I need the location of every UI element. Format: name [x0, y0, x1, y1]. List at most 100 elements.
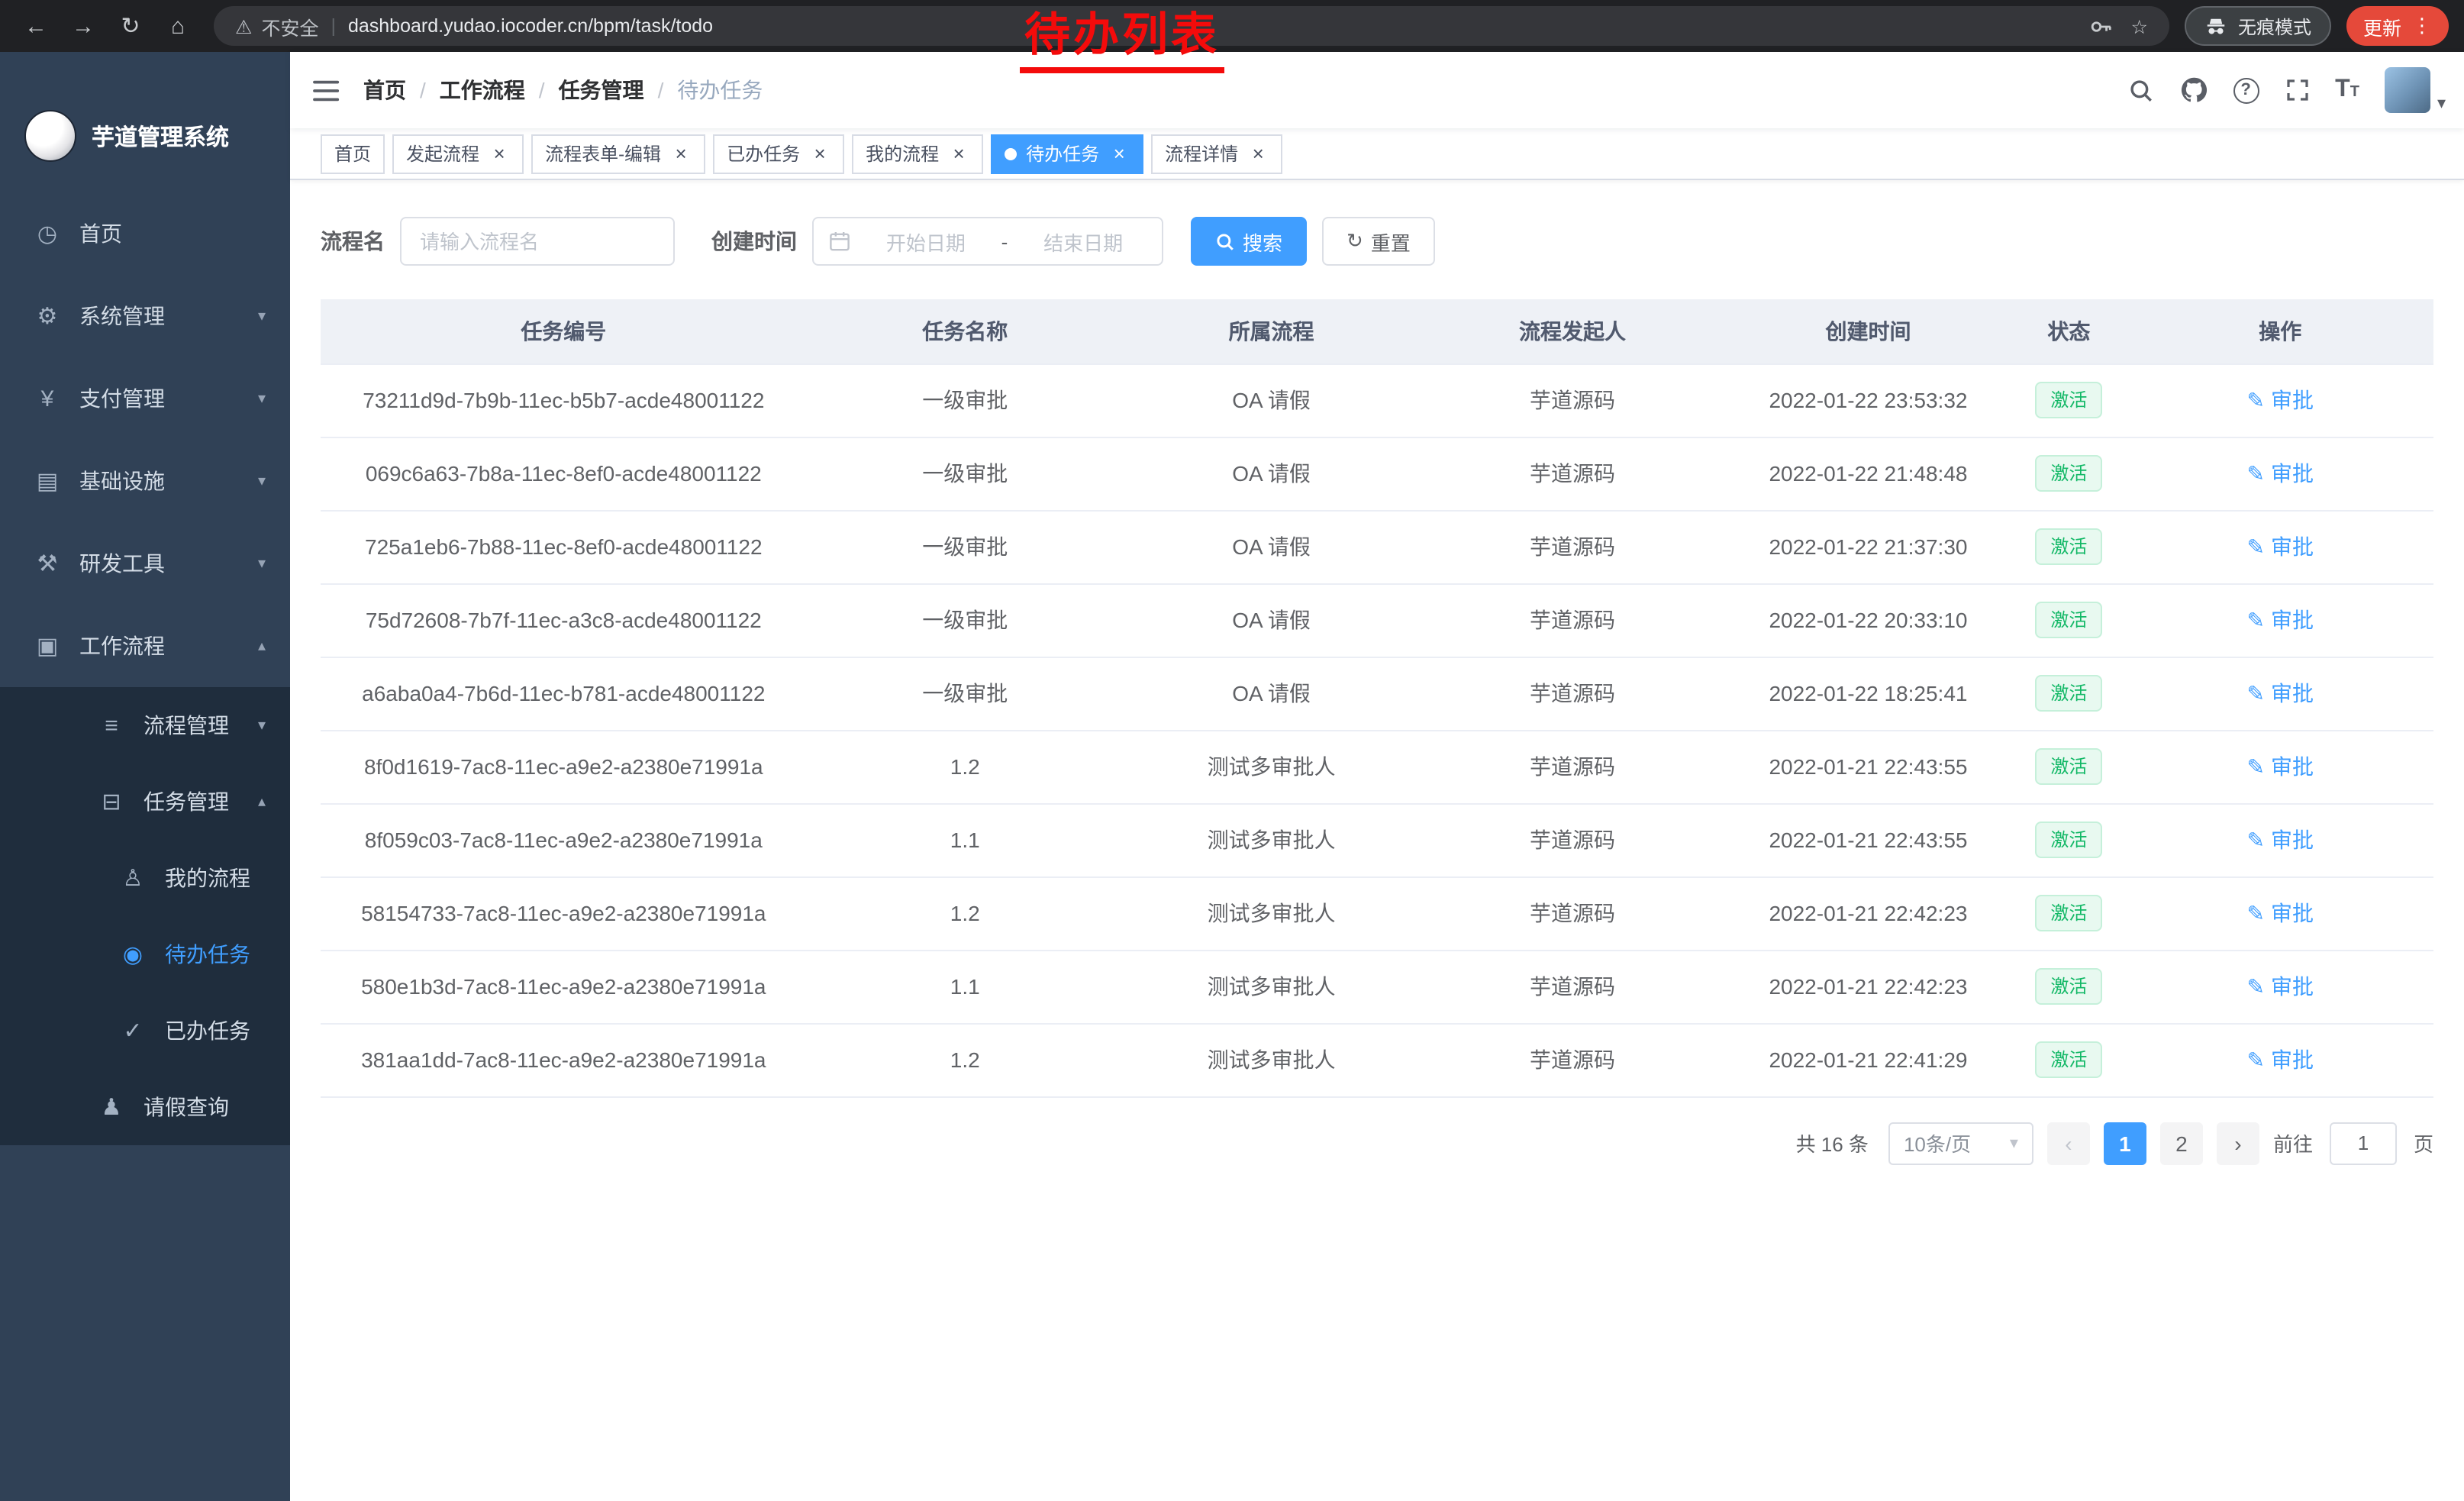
sidebar-item-home[interactable]: ◷ 首页: [0, 192, 290, 275]
tab-form-edit[interactable]: 流程表单-编辑 ×: [531, 134, 705, 173]
github-icon[interactable]: [2179, 76, 2207, 104]
sidebar-item-payment-management[interactable]: ¥ 支付管理 ▾: [0, 357, 290, 440]
process-name-input[interactable]: [400, 217, 675, 266]
avatar[interactable]: [2385, 67, 2431, 113]
close-icon[interactable]: ×: [948, 143, 969, 164]
approve-button[interactable]: ✎审批: [2247, 971, 2314, 1002]
close-icon[interactable]: ×: [489, 143, 510, 164]
search-icon[interactable]: [2127, 77, 2153, 103]
cell-actions: ✎审批: [2127, 950, 2433, 1023]
approve-button[interactable]: ✎审批: [2247, 678, 2314, 709]
tab-todo-tasks[interactable]: 待办任务 ×: [991, 134, 1143, 173]
table-row: 75d72608-7b7f-11ec-a3c8-acde48001122 一级审…: [321, 583, 2433, 657]
browser-update-button[interactable]: 更新 ⋮: [2346, 6, 2449, 46]
cell-task-name: 1.2: [807, 1023, 1124, 1096]
password-key-icon[interactable]: [2090, 15, 2113, 37]
next-page-button[interactable]: ›: [2217, 1122, 2259, 1164]
breadcrumb-task-management[interactable]: 任务管理: [559, 75, 644, 105]
forward-icon[interactable]: →: [63, 5, 104, 47]
cell-starter: 芋道源码: [1419, 437, 1725, 510]
browser-menu-icon[interactable]: ⋮: [2412, 14, 2432, 38]
monitor-icon: ▤: [34, 467, 61, 495]
approve-button[interactable]: ✎审批: [2247, 751, 2314, 782]
goto-label: 前往: [2273, 1128, 2313, 1157]
not-secure-badge[interactable]: ⚠ 不安全: [235, 11, 318, 40]
sidebar-item-my-process[interactable]: ♙ 我的流程: [0, 840, 290, 916]
reset-button[interactable]: ↻ 重置: [1322, 217, 1435, 266]
font-size-icon[interactable]: TT: [2335, 76, 2359, 104]
reload-icon[interactable]: ↻: [110, 5, 151, 47]
approve-button[interactable]: ✎审批: [2247, 825, 2314, 855]
tab-label: 待办任务: [1026, 140, 1099, 166]
sidebar-item-label: 我的流程: [165, 863, 250, 893]
breadcrumb-workflow[interactable]: 工作流程: [440, 75, 525, 105]
approve-button[interactable]: ✎审批: [2247, 385, 2314, 415]
fullscreen-icon[interactable]: [2285, 78, 2309, 102]
sidebar-item-process-management[interactable]: ≡ 流程管理 ▾: [0, 687, 290, 763]
approve-button[interactable]: ✎审批: [2247, 1044, 2314, 1075]
cell-starter: 芋道源码: [1419, 583, 1725, 657]
tab-home[interactable]: 首页: [321, 134, 385, 173]
sidebar-item-todo-tasks[interactable]: ◉ 待办任务: [0, 916, 290, 993]
approve-button[interactable]: ✎审批: [2247, 605, 2314, 635]
cell-task-id: a6aba0a4-7b6d-11ec-b781-acde48001122: [321, 657, 807, 730]
url-text: dashboard.yudao.iocoder.cn/bpm/task/todo: [348, 15, 713, 37]
tab-label: 发起流程: [406, 140, 479, 166]
breadcrumb-current: 待办任务: [677, 75, 763, 105]
search-button-label: 搜索: [1243, 227, 1282, 256]
sidebar-fold-icon[interactable]: [313, 77, 342, 103]
status-badge: 激活: [2035, 968, 2102, 1005]
prev-page-button[interactable]: ‹: [2047, 1122, 2090, 1164]
chevron-down-icon: ▾: [258, 555, 266, 572]
start-date-field[interactable]: 开始日期: [863, 227, 989, 256]
sidebar-item-system-management[interactable]: ⚙ 系统管理 ▾: [0, 275, 290, 357]
tab-done-tasks[interactable]: 已办任务 ×: [713, 134, 844, 173]
sidebar-item-infrastructure[interactable]: ▤ 基础设施 ▾: [0, 440, 290, 522]
status-badge: 激活: [2035, 822, 2102, 858]
tab-start-process[interactable]: 发起流程 ×: [392, 134, 524, 173]
table-row: 069c6a63-7b8a-11ec-8ef0-acde48001122 一级审…: [321, 437, 2433, 510]
page-size-select[interactable]: 10条/页 ▾: [1888, 1122, 2033, 1164]
not-secure-label: 不安全: [261, 11, 318, 40]
date-range-picker[interactable]: 开始日期 - 结束日期: [812, 217, 1163, 266]
avatar-caret-icon[interactable]: ▾: [2437, 93, 2446, 113]
edit-icon: ✎: [2247, 827, 2265, 853]
sidebar-item-workflow[interactable]: ▣ 工作流程 ▴: [0, 605, 290, 687]
help-icon[interactable]: ?: [2233, 77, 2259, 103]
sidebar-item-label: 研发工具: [79, 548, 165, 579]
warning-icon: ⚠: [235, 15, 252, 37]
approve-button[interactable]: ✎审批: [2247, 531, 2314, 562]
breadcrumb-home[interactable]: 首页: [363, 75, 406, 105]
home-icon[interactable]: ⌂: [157, 5, 198, 47]
pagination: 共 16 条 10条/页 ▾ ‹ 1 2 › 前往 页: [321, 1122, 2433, 1164]
page-2-button[interactable]: 2: [2160, 1122, 2203, 1164]
approve-button[interactable]: ✎审批: [2247, 898, 2314, 928]
close-icon[interactable]: ×: [670, 143, 692, 164]
col-task-id: 任务编号: [321, 299, 807, 363]
close-icon[interactable]: ×: [1108, 143, 1130, 164]
cell-task-name: 1.1: [807, 950, 1124, 1023]
search-button[interactable]: 搜索: [1191, 217, 1307, 266]
sidebar-item-label: 流程管理: [144, 710, 229, 741]
sidebar-item-dev-tools[interactable]: ⚒ 研发工具 ▾: [0, 522, 290, 605]
close-icon[interactable]: ×: [809, 143, 830, 164]
sidebar-item-leave-query[interactable]: ♟ 请假查询: [0, 1069, 290, 1145]
edit-icon: ✎: [2247, 460, 2265, 486]
sidebar-item-task-management[interactable]: ⊟ 任务管理 ▴: [0, 763, 290, 840]
tab-my-process[interactable]: 我的流程 ×: [852, 134, 983, 173]
bookmark-star-icon[interactable]: ☆: [2131, 15, 2148, 37]
approve-button[interactable]: ✎审批: [2247, 458, 2314, 489]
close-icon[interactable]: ×: [1247, 143, 1269, 164]
tab-process-detail[interactable]: 流程详情 ×: [1151, 134, 1282, 173]
user-icon: ♟: [98, 1093, 125, 1121]
cell-task-name: 1.1: [807, 803, 1124, 876]
cell-process: OA 请假: [1124, 657, 1420, 730]
incognito-badge: 无痕模式: [2185, 6, 2331, 46]
goto-page-input[interactable]: [2330, 1122, 2397, 1164]
table-row: 580e1b3d-7ac8-11ec-a9e2-a2380e71991a 1.1…: [321, 950, 2433, 1023]
page-1-button[interactable]: 1: [2104, 1122, 2146, 1164]
chevron-down-icon: ▾: [258, 717, 266, 734]
back-icon[interactable]: ←: [15, 5, 56, 47]
sidebar-item-done-tasks[interactable]: ✓ 已办任务: [0, 993, 290, 1069]
end-date-field[interactable]: 结束日期: [1020, 227, 1147, 256]
